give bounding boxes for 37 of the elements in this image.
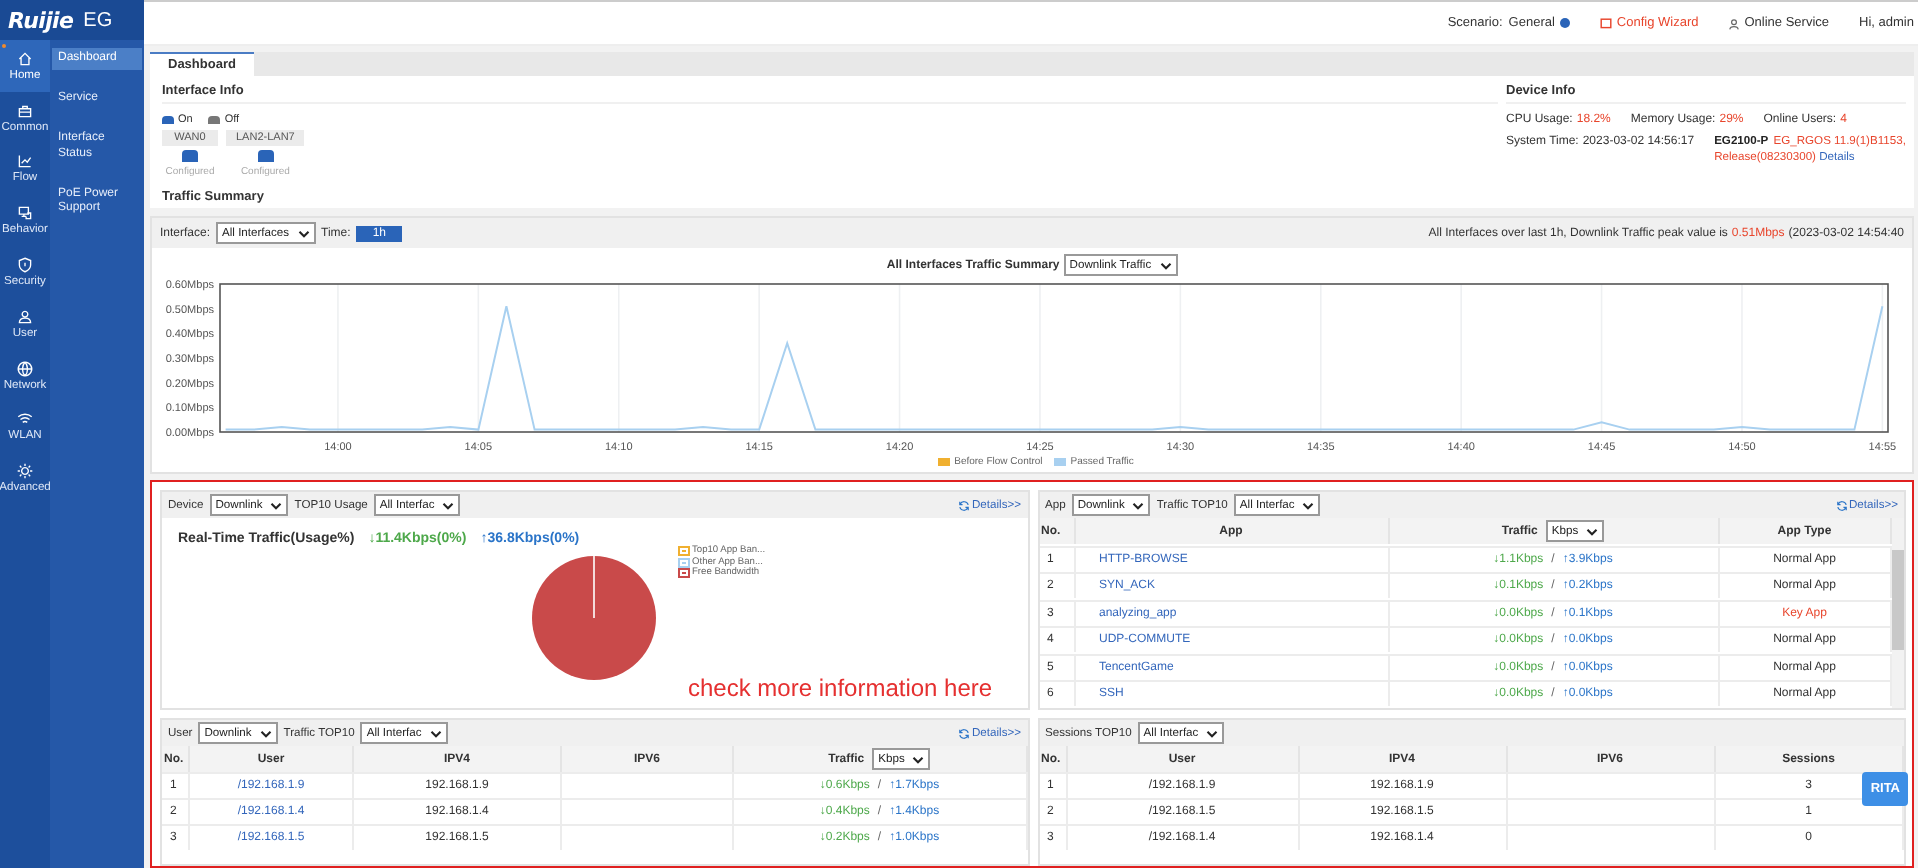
- chevron-icon: [297, 229, 310, 237]
- annotation-text: check more information here: [688, 674, 993, 702]
- chevron-icon: [442, 501, 455, 509]
- chevron-icon: [259, 729, 272, 737]
- chevron-icon: [270, 501, 283, 509]
- chevron-icon: [429, 729, 442, 737]
- briefcase-icon: [16, 101, 34, 120]
- shield-icon: [16, 256, 34, 275]
- chevron-icon: [912, 755, 925, 763]
- chevron-icon: [1159, 261, 1172, 269]
- chevron-icon: [1586, 527, 1599, 535]
- brand-logo: Ruijie: [8, 7, 74, 33]
- chevron-icon: [1302, 501, 1315, 509]
- chevron-icon: [1206, 729, 1219, 737]
- home-icon: [16, 49, 34, 68]
- window-icon: [1600, 17, 1613, 29]
- refresh-icon: [958, 727, 970, 739]
- port-icon: [208, 116, 221, 124]
- port-icon: [162, 116, 174, 124]
- scrollbar[interactable]: [1892, 518, 1904, 708]
- refresh-icon: [1835, 499, 1847, 511]
- pie-chart-drawing: [530, 554, 659, 682]
- user-icon: [16, 307, 34, 326]
- chart-icon: [16, 152, 34, 171]
- product-name: EG: [83, 9, 113, 31]
- gear-icon: [16, 462, 34, 481]
- monitor-icon: [16, 204, 34, 223]
- person-icon: [1728, 17, 1741, 29]
- legend-swatch: [938, 458, 951, 466]
- wifi-icon: [16, 410, 34, 429]
- port-icon[interactable]: [182, 150, 198, 162]
- globe-icon: [16, 359, 34, 378]
- legend-swatch: [1054, 458, 1067, 466]
- chevron-icon: [1132, 501, 1145, 509]
- refresh-icon: [958, 499, 970, 511]
- info-icon[interactable]: [1560, 18, 1571, 28]
- port-icon[interactable]: [257, 150, 274, 162]
